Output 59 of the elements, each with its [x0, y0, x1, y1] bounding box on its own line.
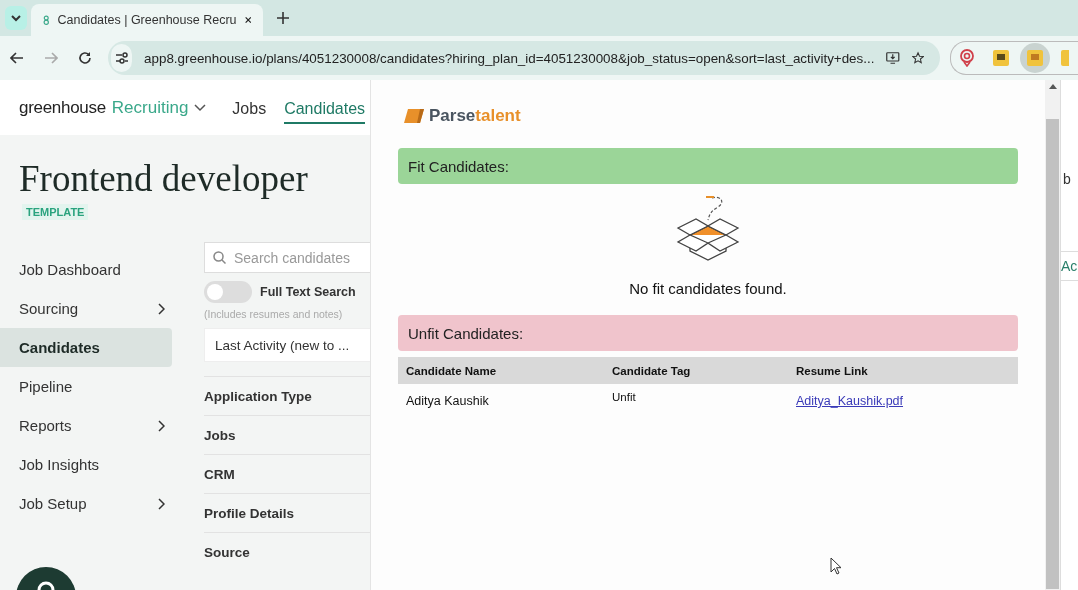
- chat-button-icon[interactable]: [15, 566, 77, 590]
- partial-text: Ac: [1061, 251, 1078, 281]
- hint-text: (Includes resumes and notes): [204, 308, 344, 320]
- empty-message: No fit candidates found.: [628, 280, 788, 297]
- sidebar-item[interactable]: Job Setup: [0, 484, 172, 523]
- section-header: Fit Candidates:: [398, 148, 1018, 184]
- column-header: Resume Link: [796, 364, 868, 377]
- sidebar-item[interactable]: Sourcing: [0, 289, 172, 328]
- logo-text: Parsetalent: [429, 106, 521, 126]
- sidebar-item[interactable]: Job Dashboard: [0, 250, 172, 289]
- sidebar-item[interactable]: Candidates: [0, 328, 172, 367]
- filter-section-title[interactable]: Profile Details: [204, 505, 295, 521]
- toggle-label: Full Text Search: [260, 285, 356, 299]
- table-cell-text: Unfit: [612, 391, 637, 403]
- chevron-right-icon: [158, 497, 165, 510]
- pin-extension-icon[interactable]: [959, 49, 975, 67]
- close-icon[interactable]: [244, 15, 251, 25]
- scroll-up-arrow-icon[interactable]: [1048, 84, 1057, 89]
- search-icon: [213, 251, 226, 264]
- browser-tab[interactable]: Candidates | Greenhouse Recru: [31, 4, 263, 36]
- template-badge: TEMPLATE: [22, 204, 89, 220]
- table-cell-text: Aditya Kaushik: [405, 394, 490, 408]
- reload-icon[interactable]: [78, 51, 92, 65]
- filter-section-title[interactable]: CRM: [204, 466, 235, 482]
- partial-text: b: [1062, 171, 1072, 187]
- filter-section-title[interactable]: Source: [204, 544, 250, 560]
- section-header: Unfit Candidates:: [398, 315, 1018, 351]
- site-settings-icon[interactable]: [114, 52, 129, 64]
- sidebar-item[interactable]: Job Insights: [0, 445, 172, 484]
- filter-section-title[interactable]: Application Type: [204, 388, 312, 404]
- resume-link[interactable]: Aditya_Kaushik.pdf: [796, 394, 903, 408]
- column-header: Candidate Name: [405, 364, 498, 377]
- toggle-switch[interactable]: [204, 281, 252, 303]
- chevron-down-icon: [11, 14, 21, 22]
- nav-link[interactable]: Candidates: [284, 91, 366, 124]
- sidebar-item[interactable]: Reports: [0, 406, 172, 445]
- brand-name: greenhouse: [19, 97, 106, 118]
- install-app-icon[interactable]: [886, 50, 900, 66]
- tab-title: Candidates | Greenhouse Recru: [57, 13, 237, 27]
- address-bar[interactable]: app8.greenhouse.io/plans/4051230008/candidates?hiring_plan_id=4051230008&job_status=open&sort=last_activity+des...: [108, 41, 940, 75]
- sort-dropdown[interactable]: Last Activity (new to ...: [204, 328, 370, 362]
- chevron-right-icon: [158, 302, 165, 315]
- job-title: Frontend developer: [19, 157, 309, 200]
- search-field[interactable]: Search candidates: [204, 242, 370, 273]
- sidebar-item[interactable]: Pipeline: [0, 367, 172, 406]
- chevron-down-icon[interactable]: [194, 103, 207, 112]
- url-text: app8.greenhouse.io/plans/4051230008/candidates?hiring_plan_id=4051230008&job_status=open&sort=last_activity+des...: [144, 50, 875, 66]
- new-tab-icon[interactable]: [277, 12, 289, 24]
- star-icon[interactable]: [911, 50, 924, 66]
- tab-list-button[interactable]: [5, 6, 27, 30]
- scrollbar-thumb[interactable]: [1046, 119, 1059, 589]
- logo-icon: [403, 108, 425, 124]
- back-arrow-icon[interactable]: [10, 52, 24, 64]
- filter-section-title[interactable]: Jobs: [204, 427, 236, 443]
- mouse-cursor-icon: [830, 557, 842, 575]
- column-header: Candidate Tag: [612, 364, 692, 377]
- nav-link[interactable]: Jobs: [232, 91, 267, 124]
- chevron-right-icon: [158, 419, 165, 432]
- extension-icon[interactable]: [993, 50, 1009, 66]
